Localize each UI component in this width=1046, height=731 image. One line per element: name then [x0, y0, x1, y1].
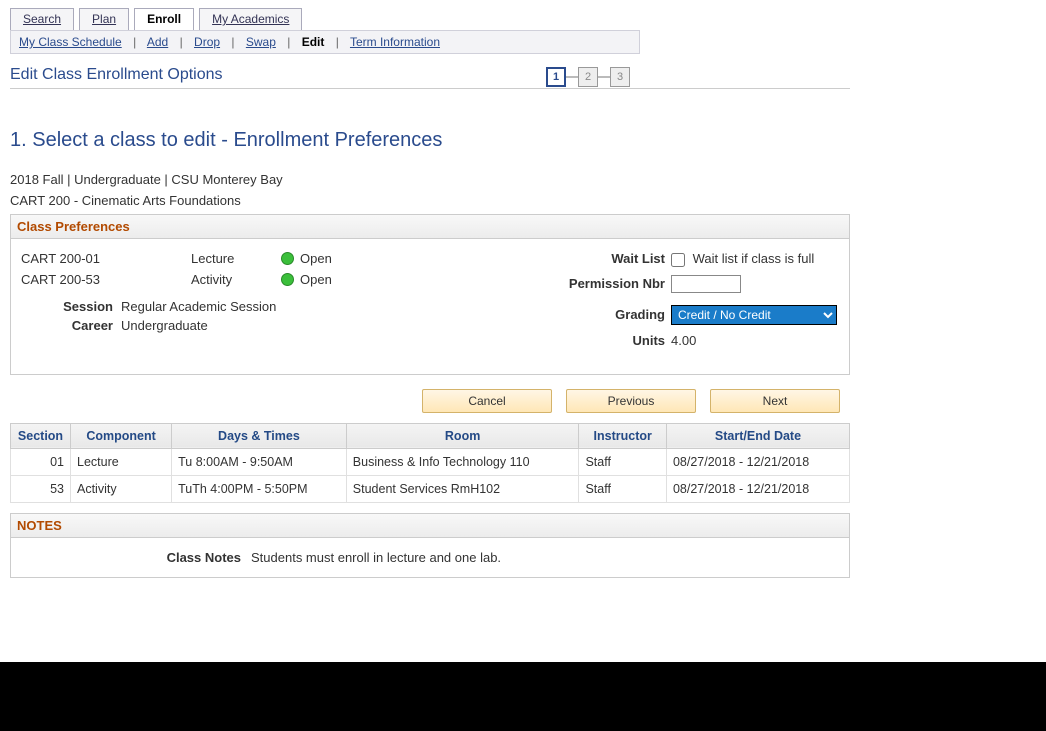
course-line: CART 200 - Cinematic Arts Foundations [10, 193, 850, 208]
subnav-add[interactable]: Add [147, 35, 168, 49]
tab-my-academics[interactable]: My Academics [199, 8, 302, 30]
career-value: Undergraduate [121, 318, 208, 333]
next-button[interactable]: Next [710, 389, 840, 413]
subnav-schedule[interactable]: My Class Schedule [19, 35, 122, 49]
class-preferences-header: Class Preferences [11, 215, 849, 239]
page-title: Edit Class Enrollment Options [10, 66, 223, 88]
class-component: Lecture [191, 251, 281, 266]
grading-select[interactable]: Credit / No Credit [671, 305, 837, 325]
waitlist-text: Wait list if class is full [693, 251, 815, 266]
permission-label: Permission Nbr [539, 276, 671, 291]
session-value: Regular Academic Session [121, 299, 276, 314]
grading-label: Grading [539, 307, 671, 322]
step-indicator: 1 2 3 [546, 67, 850, 87]
waitlist-checkbox[interactable] [671, 253, 685, 267]
bottom-black-region [0, 662, 1046, 731]
session-label: Session [21, 299, 121, 314]
tab-plan[interactable]: Plan [79, 8, 129, 30]
status-open-icon [281, 273, 294, 286]
class-code: CART 200-01 [21, 251, 191, 266]
units-label: Units [539, 333, 671, 348]
col-dates: Start/End Date [666, 423, 849, 448]
subnav: My Class Schedule | Add | Drop | Swap | … [10, 30, 640, 54]
tab-enroll[interactable]: Enroll [134, 8, 194, 30]
previous-button[interactable]: Previous [566, 389, 696, 413]
waitlist-label: Wait List [539, 251, 671, 266]
step-3: 3 [610, 67, 630, 87]
col-component: Component [71, 423, 172, 448]
section-heading: 1. Select a class to edit - Enrollment P… [10, 129, 850, 152]
col-room: Room [346, 423, 579, 448]
notes-text: Students must enroll in lecture and one … [251, 550, 501, 565]
notes-box: NOTES Class Notes Students must enroll i… [10, 513, 850, 578]
schedule-table: Section Component Days & Times Room Inst… [10, 423, 850, 503]
class-row: CART 200-01 Lecture Open [21, 251, 539, 266]
table-row: 53 Activity TuTh 4:00PM - 5:50PM Student… [11, 475, 850, 502]
class-status: Open [300, 272, 332, 287]
cancel-button[interactable]: Cancel [422, 389, 552, 413]
subnav-term[interactable]: Term Information [350, 35, 440, 49]
notes-header: NOTES [11, 514, 849, 538]
subnav-edit[interactable]: Edit [302, 35, 325, 49]
status-open-icon [281, 252, 294, 265]
career-label: Career [21, 318, 121, 333]
class-code: CART 200-53 [21, 272, 191, 287]
col-section: Section [11, 423, 71, 448]
step-2: 2 [578, 67, 598, 87]
col-instructor: Instructor [579, 423, 666, 448]
permission-input[interactable] [671, 275, 741, 293]
context-line: 2018 Fall | Undergraduate | CSU Monterey… [10, 172, 850, 187]
units-value: 4.00 [671, 333, 839, 348]
notes-label: Class Notes [21, 550, 251, 565]
table-row: 01 Lecture Tu 8:00AM - 9:50AM Business &… [11, 448, 850, 475]
class-component: Activity [191, 272, 281, 287]
tab-search[interactable]: Search [10, 8, 74, 30]
class-row: CART 200-53 Activity Open [21, 272, 539, 287]
col-days: Days & Times [172, 423, 347, 448]
subnav-drop[interactable]: Drop [194, 35, 220, 49]
class-status: Open [300, 251, 332, 266]
subnav-swap[interactable]: Swap [246, 35, 276, 49]
top-tabs: Search Plan Enroll My Academics [10, 8, 850, 30]
action-buttons: Cancel Previous Next [20, 389, 840, 413]
step-1: 1 [546, 67, 566, 87]
class-preferences-box: Class Preferences CART 200-01 Lecture Op… [10, 214, 850, 375]
